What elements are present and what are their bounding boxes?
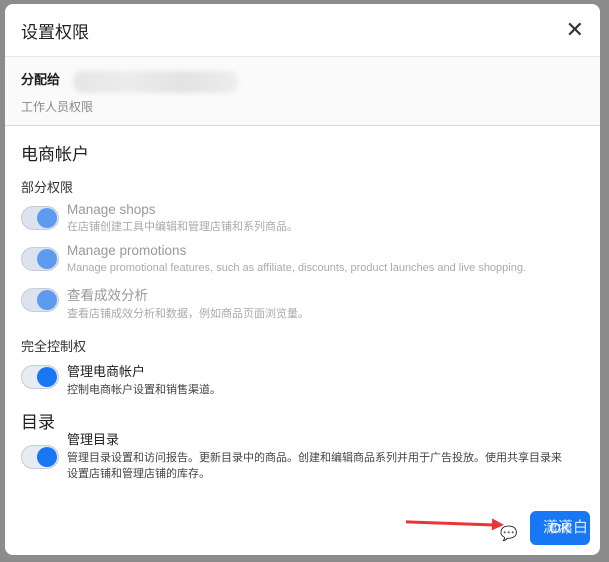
permission-desc: Manage promotional features, such as aff…: [67, 262, 527, 274]
permission-name: 查看成效分析: [67, 288, 148, 303]
section-title-commerce: 电商帐户: [21, 145, 89, 164]
permission-name: Manage shops: [67, 202, 156, 217]
permission-name: Manage promotions: [67, 243, 187, 258]
assign-subtitle: 工作人员权限: [21, 100, 94, 114]
permissions-dialog: 设置权限 ✕ 分配给 工作人员权限 电商帐户 部分权限 Manage shops…: [5, 4, 600, 555]
permission-name: 管理目录: [67, 432, 120, 447]
blurred-assignee-name: [73, 71, 238, 93]
permission-desc: 控制电商帐户设置和销售渠道。: [67, 384, 221, 396]
dialog-header: 设置权限 ✕: [5, 4, 600, 57]
permission-manage-catalog: 管理目录管理目录设置和访问报告。更新目录中的商品。创建和编辑商品系列并用于广告投…: [21, 429, 584, 482]
permission-manage-shops: Manage shops 在店铺创建工具中编辑和管理店铺和系列商品。: [21, 202, 584, 235]
partial-permissions-label: 部分权限: [21, 180, 74, 195]
toggle-manage-catalog[interactable]: [21, 445, 59, 469]
toggle-view-insights[interactable]: [21, 288, 59, 312]
permission-desc: 在店铺创建工具中编辑和管理店铺和系列商品。: [67, 221, 298, 233]
permission-manage-commerce-account: 管理电商帐户控制电商帐户设置和销售渠道。: [21, 361, 584, 398]
close-icon[interactable]: ✕: [566, 19, 584, 41]
ok-button[interactable]: OK: [530, 511, 590, 545]
wechat-icon: 💬: [500, 525, 518, 541]
toggle-manage-shops[interactable]: [21, 206, 59, 230]
permission-desc: 管理目录设置和访问报告。更新目录中的商品。创建和编辑商品系列并用于广告投放。使用…: [67, 452, 562, 480]
permission-name: 管理电商帐户: [67, 364, 146, 379]
assignee-section: 分配给 工作人员权限: [5, 57, 600, 126]
dialog-title: 设置权限: [21, 22, 89, 42]
permission-view-insights: 查看成效分析查看店铺成效分析和数据，例如商品页面浏览量。: [21, 284, 584, 322]
permission-desc: 查看店铺成效分析和数据，例如商品页面浏览量。: [67, 308, 309, 320]
toggle-manage-commerce-account[interactable]: [21, 365, 59, 389]
permission-manage-promotions: Manage promotions Manage promotional feat…: [21, 243, 584, 276]
full-control-label: 完全控制权: [21, 339, 87, 354]
toggle-manage-promotions[interactable]: [21, 247, 59, 271]
